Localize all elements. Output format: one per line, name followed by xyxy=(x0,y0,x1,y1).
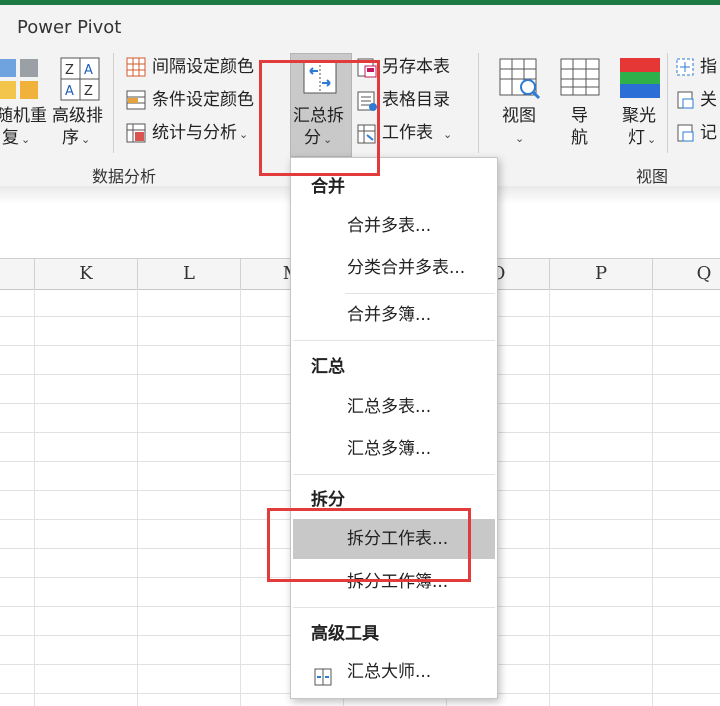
spotlight-label-2[interactable]: 灯 ⌄ xyxy=(628,127,656,151)
menu-separator xyxy=(293,340,495,341)
ribbon-tab-strip: Power Pivot xyxy=(0,5,720,43)
chevron-down-icon: ⌄ xyxy=(647,133,657,146)
summary-master-icon xyxy=(313,662,333,686)
menu-separator xyxy=(293,474,495,475)
menu-item-summary-multi-tables[interactable]: 汇总多表... xyxy=(293,387,495,427)
menu-separator xyxy=(345,293,495,294)
view-icon[interactable] xyxy=(498,57,542,101)
tab-power-pivot[interactable]: Power Pivot xyxy=(17,17,121,38)
column-header-p[interactable]: P xyxy=(550,259,653,289)
interval-color-button[interactable]: 间隔设定颜色 xyxy=(152,56,254,78)
save-as-sheet-button[interactable]: 另存本表 xyxy=(382,56,450,78)
record-icon[interactable] xyxy=(675,123,695,143)
worksheet-button[interactable]: 工作表 ⌄ xyxy=(382,122,452,146)
advanced-sort-label-2[interactable]: 序 ⌄ xyxy=(62,127,90,151)
navigation-label-1[interactable]: 导 xyxy=(571,105,588,127)
column-header-l[interactable]: L xyxy=(138,259,241,289)
svg-text:A: A xyxy=(84,63,93,78)
pointer-button[interactable]: 指 xyxy=(700,56,717,78)
svg-text:Z: Z xyxy=(84,84,93,99)
menu-item-classify-merge-tables[interactable]: 分类合并多表... xyxy=(293,248,495,288)
menu-item-summary-master[interactable]: 汇总大师... xyxy=(293,652,495,692)
column-header-q[interactable]: Q xyxy=(653,259,720,289)
stats-analysis-button[interactable]: 统计与分析 ⌄ xyxy=(152,122,248,146)
highlight-box-split-worksheet xyxy=(267,508,471,582)
condition-color-icon[interactable] xyxy=(126,90,146,110)
random-repeat-icon[interactable] xyxy=(0,57,40,101)
view-label[interactable]: 视图 xyxy=(502,105,536,127)
chevron-down-icon: ⌄ xyxy=(21,133,31,146)
chevron-down-icon: ⌄ xyxy=(239,128,249,141)
svg-text:Z: Z xyxy=(65,63,74,78)
group-caption-view: 视图 xyxy=(636,167,669,186)
table-catalog-button[interactable]: 表格目录 xyxy=(382,89,450,111)
chevron-down-icon: ⌄ xyxy=(81,133,91,146)
close-related-icon[interactable] xyxy=(675,90,695,110)
view-dropdown[interactable]: ⌄ xyxy=(513,127,524,146)
menu-separator xyxy=(293,607,495,608)
spotlight-label-1[interactable]: 聚光 xyxy=(622,105,656,127)
ribbon-separator xyxy=(113,53,114,153)
pointer-icon[interactable] xyxy=(675,57,695,77)
menu-section-summary: 汇总 xyxy=(311,357,345,377)
group-caption-data-analysis: 数据分析 xyxy=(92,167,157,186)
stats-analysis-icon[interactable] xyxy=(126,123,146,143)
random-repeat-label-1[interactable]: 随机重 xyxy=(0,105,47,127)
interval-color-icon[interactable] xyxy=(126,57,146,77)
navigation-label-2[interactable]: 航 xyxy=(571,127,588,149)
menu-section-split: 拆分 xyxy=(311,490,345,510)
condition-color-button[interactable]: 条件设定颜色 xyxy=(152,89,254,111)
menu-item-merge-multi-books[interactable]: 合并多簿... xyxy=(293,295,495,335)
column-header-stub[interactable] xyxy=(0,259,35,289)
advanced-sort-label-1[interactable]: 高级排 xyxy=(52,105,103,127)
chevron-down-icon: ⌄ xyxy=(443,128,453,141)
chevron-down-icon: ⌄ xyxy=(515,132,525,145)
navigation-icon[interactable] xyxy=(559,57,601,99)
spotlight-icon[interactable] xyxy=(619,57,661,99)
menu-item-merge-multi-tables[interactable]: 合并多表... xyxy=(293,206,495,246)
highlight-box-summary-split xyxy=(259,60,380,176)
record-button[interactable]: 记 xyxy=(700,122,717,144)
ribbon-separator xyxy=(478,53,479,153)
menu-item-summary-multi-books[interactable]: 汇总多簿... xyxy=(293,429,495,469)
close-related-button[interactable]: 关 xyxy=(700,89,717,111)
summary-split-menu: 合并 合并多表... 分类合并多表... 合并多簿... 汇总 汇总多表... … xyxy=(290,157,498,699)
random-repeat-label-2[interactable]: 复 ⌄ xyxy=(2,127,30,151)
advanced-sort-icon[interactable]: Z A A Z xyxy=(60,57,100,101)
svg-text:A: A xyxy=(65,84,74,99)
ribbon-separator xyxy=(667,53,668,153)
column-header-k[interactable]: K xyxy=(35,259,138,289)
menu-section-advanced: 高级工具 xyxy=(311,624,379,644)
